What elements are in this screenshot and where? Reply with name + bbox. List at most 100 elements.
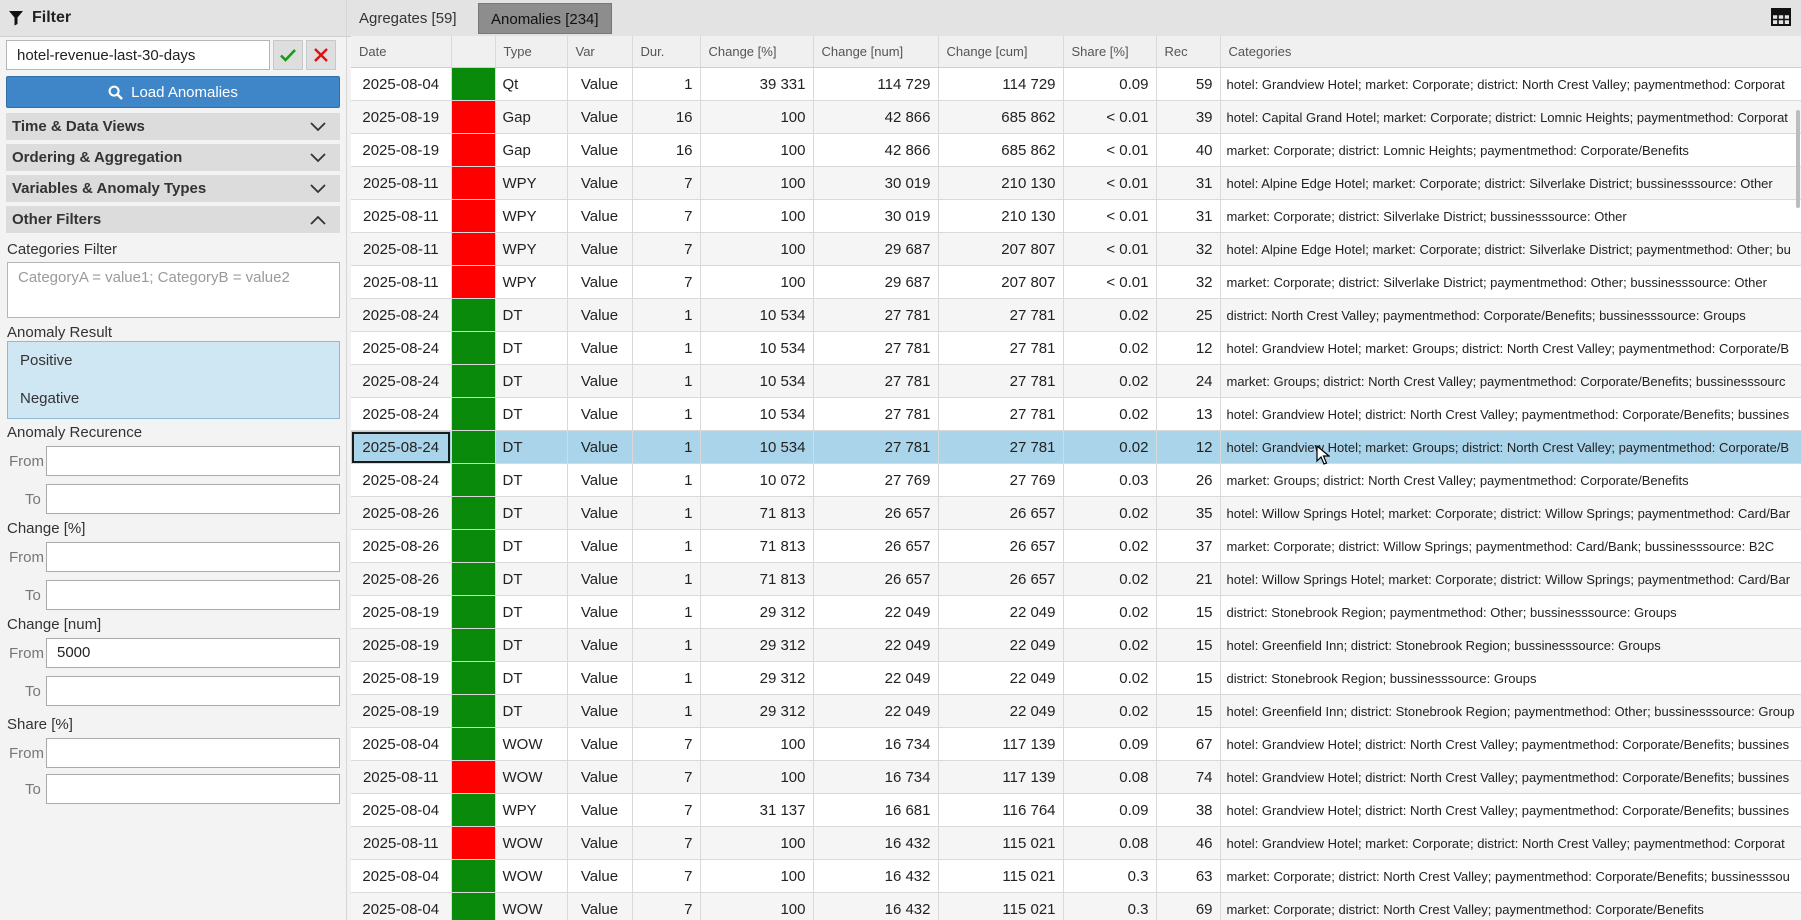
section-ordering-aggregation[interactable]: Ordering & Aggregation [6,144,340,171]
positive-indicator [451,628,496,662]
cell-var: Value [567,760,633,794]
col-change-pct[interactable]: Change [%] [700,36,814,68]
cell-change-num: 27 781 [813,331,939,365]
change-pct-from-input[interactable] [46,542,340,572]
col-change-cum[interactable]: Change [cum] [938,36,1064,68]
cell-change-cum: 27 781 [938,364,1064,398]
table-row[interactable]: 2025-08-24 DT Value 1 10 072 27 769 27 769 0.03… [351,463,1801,497]
cell-categories: hotel: Grandview Hotel; district: North … [1220,793,1801,827]
table-row[interactable]: 2025-08-19 Gap Value 16 100 42 866 685 862 < 0.… [351,133,1801,167]
cell-date: 2025-08-26 [351,496,452,530]
cell-rec: 24 [1156,364,1221,398]
cell-type: WPY [495,793,568,827]
section-other-filters[interactable]: Other Filters [6,206,340,233]
share-from-input[interactable] [46,738,340,768]
cell-share: 0.02 [1063,595,1157,629]
check-icon [280,49,296,62]
clear-preset-button[interactable] [306,40,336,70]
table-row[interactable]: 2025-08-04 WPY Value 7 31 137 16 681 116 764 0.… [351,793,1801,827]
table-row[interactable]: 2025-08-26 DT Value 1 71 813 26 657 26 657 0.02… [351,529,1801,563]
col-date[interactable]: Date [351,36,452,68]
change-pct-to-input[interactable] [46,580,340,610]
table-row[interactable]: 2025-08-26 DT Value 1 71 813 26 657 26 657 0.02… [351,562,1801,596]
table-scrollbar[interactable] [1796,110,1800,208]
cell-duration: 1 [632,298,701,332]
table-row[interactable]: 2025-08-04 Qt Value 1 39 331 114 729 114 729 0.… [351,67,1801,101]
table-row[interactable]: 2025-08-19 DT Value 1 29 312 22 049 22 049 0.02… [351,661,1801,695]
cell-type: WOW [495,826,568,860]
table-row[interactable]: 2025-08-11 WPY Value 7 100 29 687 207 807 < 0.0… [351,232,1801,266]
cell-change-pct: 29 312 [700,661,814,695]
table-row[interactable]: 2025-08-04 WOW Value 7 100 16 432 115 021 0.3 63… [351,859,1801,893]
cell-change-pct: 100 [700,760,814,794]
table-row[interactable]: 2025-08-26 DT Value 1 71 813 26 657 26 657 0.02… [351,496,1801,530]
table-row[interactable]: 2025-08-04 WOW Value 7 100 16 734 117 139 0.09 6… [351,727,1801,761]
cell-type: DT [495,496,568,530]
anomaly-result-negative[interactable]: Negative [8,380,339,418]
cell-rec: 46 [1156,826,1221,860]
cell-share: < 0.01 [1063,265,1157,299]
recurrence-from-input[interactable] [46,446,340,476]
recurrence-to-input[interactable] [46,484,340,514]
table-row[interactable]: 2025-08-24 DT Value 1 10 534 27 781 27 781 0.02… [351,298,1801,332]
cell-date: 2025-08-26 [351,562,452,596]
table-row[interactable]: 2025-08-24 DT Value 1 10 534 27 781 27 781 0.02… [351,430,1801,464]
table-row[interactable]: 2025-08-11 WOW Value 7 100 16 432 115 021 0.08 4… [351,826,1801,860]
change-num-to-input[interactable] [46,676,340,706]
anomaly-result-list[interactable]: Positive Negative [7,341,340,419]
col-result[interactable] [451,36,496,68]
cell-duration: 16 [632,133,701,167]
cell-change-pct: 29 312 [700,628,814,662]
table-row[interactable]: 2025-08-19 DT Value 1 29 312 22 049 22 049 0.02… [351,628,1801,662]
cell-change-cum: 207 807 [938,265,1064,299]
col-share[interactable]: Share [%] [1063,36,1157,68]
section-time-data-views[interactable]: Time & Data Views [6,113,340,140]
negative-indicator [451,166,496,200]
table-row[interactable]: 2025-08-11 WPY Value 7 100 29 687 207 807 < 0.0… [351,265,1801,299]
cell-date: 2025-08-24 [351,463,452,497]
anomalies-table-container[interactable]: Date Type Var Dur. Change [%] Change [nu… [351,36,1801,920]
col-var[interactable]: Var [567,36,633,68]
col-duration[interactable]: Dur. [632,36,701,68]
table-row[interactable]: 2025-08-19 DT Value 1 29 312 22 049 22 049 0.02… [351,694,1801,728]
table-row[interactable]: 2025-08-04 WOW Value 7 100 16 432 115 021 0.3 69… [351,892,1801,920]
confirm-preset-button[interactable] [273,40,303,70]
col-change-num[interactable]: Change [num] [813,36,939,68]
cell-share: 0.02 [1063,628,1157,662]
categories-filter-textarea[interactable]: CategoryA = value1; CategoryB = value2 [7,262,340,318]
section-variables-anomaly-types[interactable]: Variables & Anomaly Types [6,175,340,202]
share-to-input[interactable] [46,774,340,804]
anomaly-result-positive[interactable]: Positive [8,342,339,380]
positive-indicator [451,529,496,563]
cell-change-num: 22 049 [813,661,939,695]
table-row[interactable]: 2025-08-11 WOW Value 7 100 16 734 117 139 0.08 7… [351,760,1801,794]
tab-aggregates[interactable]: Agregates [59] [347,3,469,34]
table-view-icon[interactable] [1771,8,1791,26]
load-anomalies-button[interactable]: Load Anomalies [6,76,340,108]
table-row[interactable]: 2025-08-11 WPY Value 7 100 30 019 210 130 < 0.0… [351,199,1801,233]
table-row[interactable]: 2025-08-19 DT Value 1 29 312 22 049 22 049 0.02… [351,595,1801,629]
change-num-label: Change [num] [7,616,102,633]
table-row[interactable]: 2025-08-24 DT Value 1 10 534 27 781 27 781 0.02… [351,397,1801,431]
anomaly-result-label: Anomaly Result [7,324,113,341]
col-categories[interactable]: Categories [1220,36,1801,68]
cell-change-pct: 100 [700,100,814,134]
tab-anomalies[interactable]: Anomalies [234] [478,3,612,34]
cell-rec: 63 [1156,859,1221,893]
positive-indicator [451,364,496,398]
cell-change-cum: 116 764 [938,793,1064,827]
table-row[interactable]: 2025-08-24 DT Value 1 10 534 27 781 27 781 0.02… [351,364,1801,398]
cell-var: Value [567,232,633,266]
table-row[interactable]: 2025-08-11 WPY Value 7 100 30 019 210 130 < 0.0… [351,166,1801,200]
negative-indicator [451,133,496,167]
cell-change-cum: 117 139 [938,727,1064,761]
cell-type: DT [495,694,568,728]
col-type[interactable]: Type [495,36,568,68]
cell-change-num: 30 019 [813,199,939,233]
col-rec[interactable]: Rec [1156,36,1221,68]
change-num-from-input[interactable]: 5000 [46,638,340,668]
table-row[interactable]: 2025-08-24 DT Value 1 10 534 27 781 27 781 0.02… [351,331,1801,365]
preset-name-input[interactable] [6,40,270,70]
table-row[interactable]: 2025-08-19 Gap Value 16 100 42 866 685 862 < 0.… [351,100,1801,134]
cell-categories: hotel: Grandview Hotel; market: Groups; … [1220,430,1801,464]
